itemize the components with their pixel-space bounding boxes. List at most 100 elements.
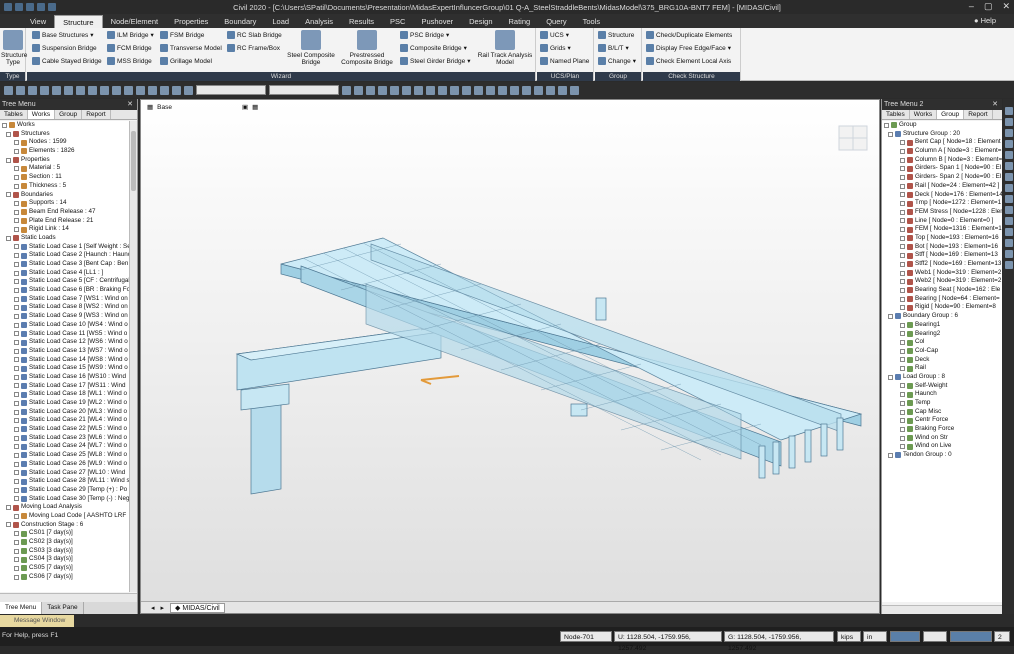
transverse-model-button[interactable]: Transverse Model <box>160 44 222 52</box>
tree-item[interactable]: Static Load Case 17 [WS11 : Wind <box>0 382 129 391</box>
tree-item[interactable]: Static Load Case 22 [WL5 : Wind o <box>0 425 129 434</box>
fsm-bridge-button[interactable]: FSM Bridge <box>160 31 204 39</box>
tab-report[interactable]: Report <box>964 110 993 119</box>
tree-item[interactable]: Braking Force <box>882 425 1002 434</box>
tree-item[interactable]: Thickness : 5 <box>0 182 129 191</box>
expand-toggle-icon[interactable] <box>14 174 19 180</box>
tree-item[interactable]: FEM [ Node=1316 : Element=1 <box>882 225 1002 234</box>
expand-toggle-icon[interactable] <box>14 253 19 259</box>
menu-view[interactable]: View <box>22 15 54 28</box>
expand-toggle-icon[interactable] <box>900 148 905 154</box>
expand-toggle-icon[interactable] <box>6 505 11 511</box>
tree-item[interactable]: Beam End Release : 47 <box>0 208 129 217</box>
expand-toggle-icon[interactable] <box>14 496 19 502</box>
expand-toggle-icon[interactable] <box>6 522 11 528</box>
expand-toggle-icon[interactable] <box>900 444 905 450</box>
expand-toggle-icon[interactable] <box>14 383 19 389</box>
tree-item[interactable]: Elements : 1826 <box>0 147 129 156</box>
expand-toggle-icon[interactable] <box>900 305 905 311</box>
grids-button[interactable]: Grids ▾ <box>540 44 571 52</box>
expand-toggle-icon[interactable] <box>900 209 905 215</box>
steel-composite-bridge-button[interactable]: Steel Composite Bridge <box>285 30 337 66</box>
tool-icon[interactable] <box>402 85 411 95</box>
tree-item[interactable]: Supports : 14 <box>0 199 129 208</box>
expand-toggle-icon[interactable] <box>900 418 905 424</box>
suspension-bridge-button[interactable]: Suspension Bridge <box>32 44 97 52</box>
expand-toggle-icon[interactable] <box>900 331 905 337</box>
tool-icon[interactable] <box>184 85 193 95</box>
tree-item[interactable]: Self-Weight <box>882 382 1002 391</box>
expand-toggle-icon[interactable] <box>888 131 893 137</box>
expand-toggle-icon[interactable] <box>900 192 905 198</box>
fcm-bridge-button[interactable]: FCM Bridge <box>107 44 152 52</box>
tree-item[interactable]: Static Load Case 29 [Temp (+) : Po <box>0 486 129 495</box>
navigation-cube-icon[interactable] <box>838 125 868 151</box>
tool-icon[interactable] <box>342 85 351 95</box>
expand-toggle-icon[interactable] <box>6 131 11 137</box>
expand-toggle-icon[interactable] <box>14 322 19 328</box>
expand-toggle-icon[interactable] <box>900 183 905 189</box>
tool-icon[interactable] <box>100 85 109 95</box>
menu-properties[interactable]: Properties <box>166 15 216 28</box>
tree-item[interactable]: Static Load Case 4 [LL1 : ] <box>0 269 129 278</box>
tree-item[interactable]: Girders- Span 2 [ Node=90 : El <box>882 173 1002 182</box>
tree-item[interactable]: Static Load Case 8 [WS2 : Wind on <box>0 303 129 312</box>
tree-item[interactable]: FEM Stress [ Node=1228 : Elem <box>882 208 1002 217</box>
tool-icon[interactable] <box>1004 250 1013 258</box>
display-free-edge-button[interactable]: Display Free Edge/Face ▾ <box>646 44 731 52</box>
grillage-model-button[interactable]: Grillage Model <box>160 57 212 65</box>
tab-task-pane[interactable]: Task Pane <box>42 602 84 614</box>
expand-toggle-icon[interactable] <box>14 470 19 476</box>
tool-icon[interactable] <box>366 85 375 95</box>
expand-toggle-icon[interactable] <box>14 409 19 415</box>
tool-icon[interactable] <box>1004 173 1013 181</box>
tool-icon[interactable] <box>40 85 49 95</box>
tree-item[interactable]: Structures <box>0 130 129 139</box>
expand-toggle-icon[interactable] <box>14 305 19 311</box>
tab-report[interactable]: Report <box>82 110 111 119</box>
expand-toggle-icon[interactable] <box>14 392 19 398</box>
expand-toggle-icon[interactable] <box>900 166 905 172</box>
tree-item[interactable]: Material : 5 <box>0 164 129 173</box>
expand-toggle-icon[interactable] <box>14 479 19 485</box>
tree-item[interactable]: Static Load Case 23 [WL6 : Wind o <box>0 434 129 443</box>
expand-toggle-icon[interactable] <box>888 452 893 458</box>
expand-toggle-icon[interactable] <box>900 435 905 441</box>
composite-bridge-button[interactable]: Composite Bridge ▾ <box>400 44 467 52</box>
tree-item[interactable]: Centr Force <box>882 416 1002 425</box>
expand-toggle-icon[interactable] <box>900 357 905 363</box>
tree-item[interactable]: Column A [ Node=3 : Element= <box>882 147 1002 156</box>
tool-icon[interactable] <box>136 85 145 95</box>
tree-item[interactable]: Bearing Seat [ Node=162 : Ele <box>882 286 1002 295</box>
view-icon[interactable]: ▦ <box>147 103 153 111</box>
tree-item[interactable]: Works <box>0 121 129 130</box>
tree-item[interactable]: CS04 [3 day(s)] <box>0 555 129 564</box>
rc-slab-bridge-button[interactable]: RC Slab Bridge <box>227 31 282 39</box>
view-option-icon[interactable]: ▣ <box>242 103 248 111</box>
tool-icon[interactable] <box>522 85 531 95</box>
tool-icon[interactable] <box>1004 162 1013 170</box>
tree-item[interactable]: Rigid [ Node=90 : Element=8 <box>882 303 1002 312</box>
tree-item[interactable]: Properties <box>0 156 129 165</box>
tree-item[interactable]: Rail [ Node=24 : Element=42 ] <box>882 182 1002 191</box>
psc-bridge-button[interactable]: PSC Bridge ▾ <box>400 31 449 39</box>
tree-item[interactable]: Cap Misc <box>882 408 1002 417</box>
tool-icon[interactable] <box>124 85 133 95</box>
status-tool-icon[interactable] <box>950 631 992 642</box>
named-plane-button[interactable]: Named Plane <box>540 57 589 65</box>
expand-toggle-icon[interactable] <box>14 444 19 450</box>
tree-item[interactable]: Haunch <box>882 390 1002 399</box>
tree-item[interactable]: Bot [ Node=193 : Element=16 <box>882 243 1002 252</box>
tool-icon[interactable] <box>1004 228 1013 236</box>
tree-item[interactable]: CS06 [7 day(s)] <box>0 573 129 582</box>
expand-toggle-icon[interactable] <box>14 209 19 215</box>
expand-toggle-icon[interactable] <box>14 531 19 537</box>
expand-toggle-icon[interactable] <box>14 201 19 207</box>
expand-toggle-icon[interactable] <box>14 400 19 406</box>
expand-toggle-icon[interactable] <box>900 157 905 163</box>
tree-item[interactable]: Top [ Node=193 : Element=16 <box>882 234 1002 243</box>
selection-combo[interactable] <box>196 85 266 95</box>
tree-item[interactable]: Static Load Case 21 [WL4 : Wind o <box>0 416 129 425</box>
expand-toggle-icon[interactable] <box>14 287 19 293</box>
tree-item[interactable]: Static Load Case 11 [WS5 : Wind o <box>0 330 129 339</box>
